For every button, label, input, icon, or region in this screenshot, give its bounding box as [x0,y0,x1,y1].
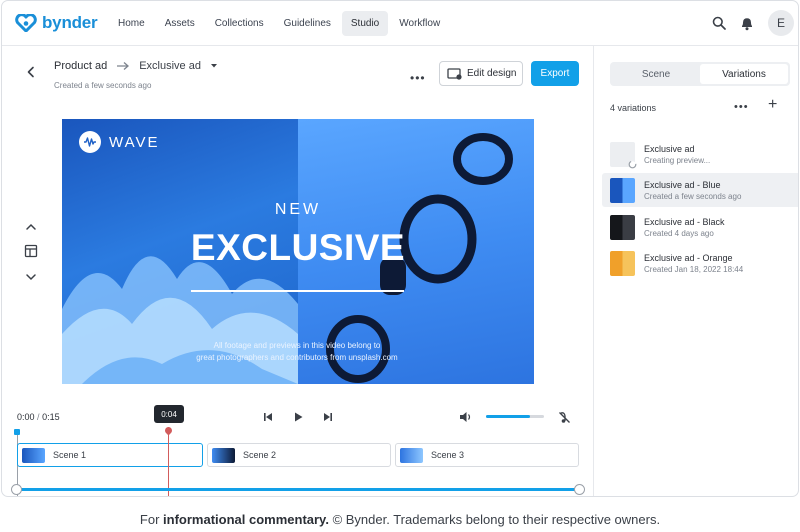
panel-tabs: Scene Variations [610,62,790,86]
time-separator: / [37,412,40,422]
play-icon[interactable] [292,411,304,423]
preview-credit: All footage and previews in this video b… [172,340,422,364]
scene-2-clip[interactable]: Scene 2 [207,443,391,467]
footer-disclaimer: For informational commentary. © Bynder. … [0,512,800,527]
preview-headline-new: NEW [274,201,322,218]
scene-1-thumbnail [22,447,45,463]
variations-more-icon[interactable]: ••• [734,101,749,113]
top-actions: E [712,10,794,36]
volume-slider[interactable] [486,415,544,418]
variation-item[interactable]: Exclusive ad - Black Created 4 days ago [602,210,798,244]
trim-end-handle[interactable] [574,484,585,495]
top-navigation: bynder Home Assets Collections Guideline… [2,1,798,46]
skip-forward-icon[interactable] [322,411,334,423]
created-timestamp: Created a few seconds ago [54,81,152,90]
chevron-down-icon[interactable] [24,271,38,283]
preview-divider [191,290,404,292]
variation-title: Exclusive ad - Black [644,216,725,227]
video-preview[interactable]: WAVE NEW EXCLUSIVE All footage and previ… [62,119,534,384]
wave-brand-text: WAVE [109,133,160,151]
chevron-up-icon[interactable] [24,221,38,233]
wave-logo-icon [79,131,101,153]
variations-count: 4 variations [610,103,657,113]
variation-blue-thumbnail [610,177,635,203]
footer-bold: informational commentary. [163,512,329,527]
mute-audio-icon[interactable] [558,411,571,424]
nav-assets[interactable]: Assets [156,11,204,36]
tab-scene[interactable]: Scene [612,64,700,84]
breadcrumb-current[interactable]: Exclusive ad [139,60,201,72]
variation-title: Exclusive ad - Blue [644,179,721,190]
bynder-logo[interactable]: bynder [15,13,98,33]
breadcrumb-parent[interactable]: Product ad [54,60,107,72]
variation-subtitle: Created Jan 18, 2022 18:44 [644,264,744,274]
footer-rest: © Bynder. Trademarks belong to their res… [332,512,661,527]
nav-studio[interactable]: Studio [341,11,389,36]
playhead-time-tooltip: 0:04 [154,405,184,423]
variation-orange-thumbnail [610,250,635,276]
footer-prefix: For [139,512,160,527]
variation-item[interactable]: Exclusive ad - Orange Created Jan 18, 20… [602,246,798,280]
scene-3-clip[interactable]: Scene 3 [395,443,579,467]
playhead-line[interactable] [168,427,169,496]
trim-range-track[interactable] [17,488,580,491]
user-avatar[interactable]: E [768,10,794,36]
time-readout: 0:00 / 0:15 [17,412,60,422]
nav-guidelines[interactable]: Guidelines [275,11,340,36]
main-nav: Home Assets Collections Guidelines Studi… [109,11,449,36]
variation-item[interactable]: Exclusive ad Creating preview... [602,137,798,171]
variation-title: Exclusive ad - Orange [644,252,733,263]
scene-3-thumbnail [400,447,423,463]
variation-subtitle: Creating preview... [644,155,711,165]
edit-design-icon [447,67,462,80]
bynder-logo-icon [15,14,37,32]
preview-credit-line-1: All footage and previews in this video b… [213,341,381,350]
current-time: 0:00 [17,412,35,422]
preview-headline-exclusive: EXCLUSIVE [190,227,406,268]
more-options-icon[interactable]: ••• [410,71,426,85]
edit-design-label: Edit design [467,68,517,79]
studio-window: bynder Home Assets Collections Guideline… [1,0,799,497]
tab-variations[interactable]: Variations [700,64,788,84]
volume-fill [486,415,530,418]
scene-2-thumbnail [212,447,235,463]
wave-brand: WAVE [79,131,160,153]
nav-collections[interactable]: Collections [206,11,273,36]
add-variation-icon[interactable]: + [768,96,777,114]
variation-title: Exclusive ad [644,143,695,154]
scene-1-clip[interactable]: Scene 1 [17,443,203,467]
loading-spinner-icon [628,160,637,168]
scene-2-label: Scene 2 [243,450,277,460]
arrow-right-icon [117,62,130,70]
preview-credit-line-2: great photographers and contributors fro… [196,353,398,362]
playhead-handle[interactable] [163,425,174,436]
total-duration: 0:15 [42,412,60,422]
brand-name: bynder [42,13,98,32]
search-icon[interactable] [712,16,726,30]
edit-design-button[interactable]: Edit design [439,61,523,86]
volume-icon[interactable] [459,411,473,423]
bell-icon[interactable] [740,16,754,31]
nav-workflow[interactable]: Workflow [390,11,449,36]
variation-placeholder-thumbnail [610,141,637,168]
caret-down-icon[interactable] [210,63,218,69]
skip-back-icon[interactable] [262,411,274,423]
variation-item[interactable]: Exclusive ad - Blue Created a few second… [602,173,798,207]
trim-start-handle[interactable] [11,484,22,495]
variations-panel: Scene Variations 4 variations ••• + Excl… [593,46,798,496]
breadcrumb: Product ad Exclusive ad [54,60,218,72]
scene-3-label: Scene 3 [431,450,465,460]
nav-home[interactable]: Home [109,11,154,36]
export-button[interactable]: Export [531,61,579,86]
back-arrow-icon[interactable] [24,65,38,79]
variation-subtitle: Created 4 days ago [644,228,714,238]
layout-icon[interactable] [24,244,38,258]
variation-subtitle: Created a few seconds ago [644,191,742,201]
scene-1-label: Scene 1 [53,450,87,460]
variation-black-thumbnail [610,214,635,240]
